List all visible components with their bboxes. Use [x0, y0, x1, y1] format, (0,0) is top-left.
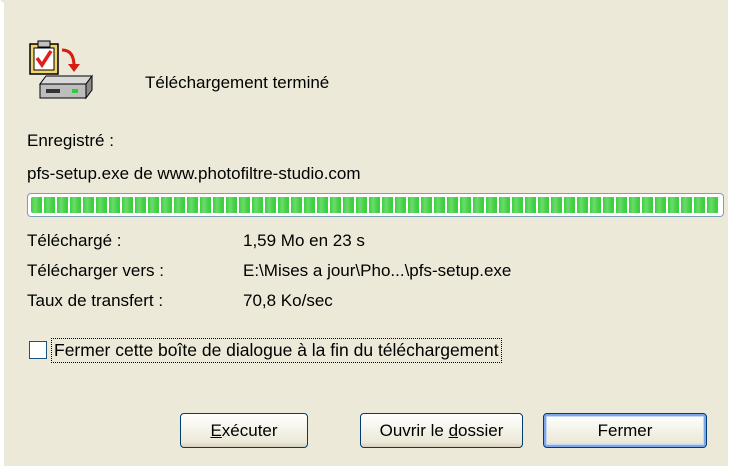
saved-label: Enregistré :	[27, 131, 114, 150]
progress-fill	[31, 197, 720, 213]
open-folder-button[interactable]: Ouvrir le dossier	[360, 413, 523, 448]
transfer-rate-value: 70,8 Ko/sec	[243, 291, 333, 310]
downloaded-label: Téléchargé :	[27, 231, 122, 250]
close-button-label: Fermer	[597, 420, 653, 440]
transfer-rate-label: Taux de transfert :	[27, 291, 164, 310]
run-button-label: Exécuter	[210, 420, 278, 440]
downloaded-value: 1,59 Mo en 23 s	[243, 231, 365, 250]
close-when-done-checkbox[interactable]	[29, 341, 47, 359]
download-complete-icon	[28, 40, 98, 102]
close-when-done-option[interactable]: Fermer cette boîte de dialogue à la fin …	[29, 336, 502, 364]
close-when-done-label[interactable]: Fermer cette boîte de dialogue à la fin …	[51, 337, 502, 363]
open-folder-button-label: Ouvrir le dossier	[379, 420, 504, 440]
dialog-title: Téléchargement terminé	[145, 73, 330, 92]
download-progress-bar	[27, 193, 724, 217]
close-button[interactable]: Fermer	[543, 413, 707, 448]
download-to-value: E:\Mises a jour\Pho...\pfs-setup.exe	[243, 261, 512, 280]
saved-file: pfs-setup.exe de www.photofiltre-studio.…	[27, 164, 361, 183]
download-to-label: Télécharger vers :	[27, 261, 164, 280]
run-button[interactable]: Exécuter	[180, 413, 308, 448]
